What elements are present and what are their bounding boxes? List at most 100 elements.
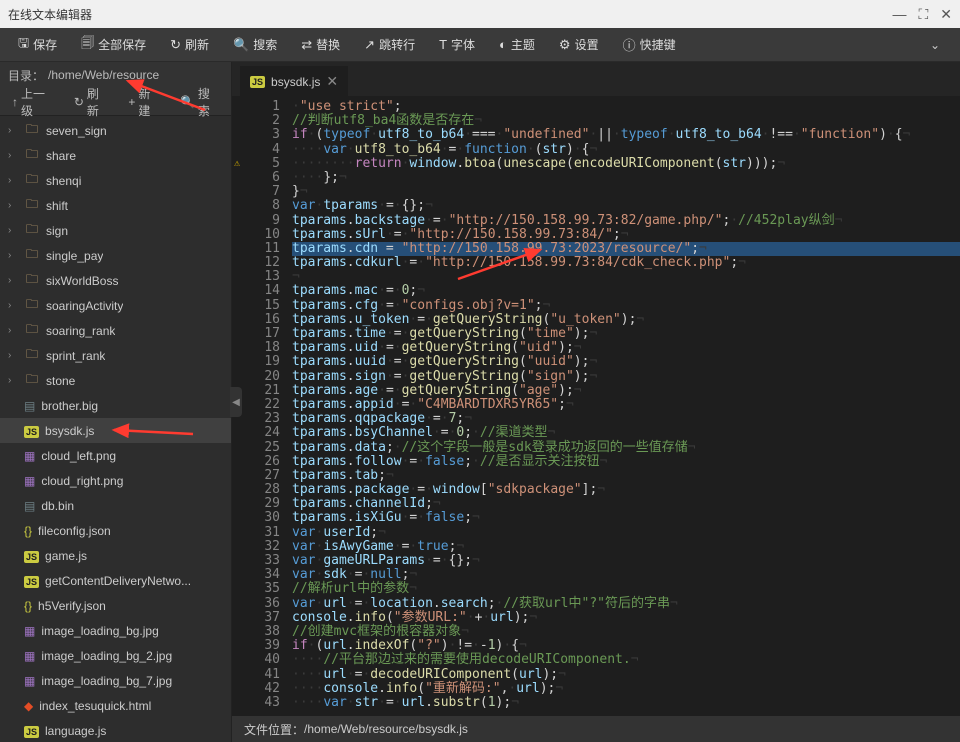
close-button[interactable]: ✕ <box>940 6 952 23</box>
folder-icon: 🗀 <box>24 195 40 216</box>
font-icon: T <box>439 37 447 52</box>
file-icon: ▦ <box>24 449 35 463</box>
item-label: soaring_rank <box>46 324 115 338</box>
editor-area: ◀ JS bsysdk.js ✕ ⚠ 123456789101112131415… <box>232 62 960 742</box>
file-icon: ▦ <box>24 474 35 488</box>
folder-icon: 🗀 <box>24 270 40 291</box>
item-label: cloud_left.png <box>41 449 116 463</box>
new-button[interactable]: +新建 <box>120 85 168 119</box>
file-item[interactable]: {} fileconfig.json <box>0 518 231 543</box>
js-icon: JS <box>250 76 265 88</box>
file-item[interactable]: ▤ db.bin <box>0 493 231 518</box>
folder-icon: 🗀 <box>24 170 40 191</box>
sidebar-fold-handle[interactable]: ◀ <box>230 387 242 417</box>
file-item[interactable]: JSgame.js <box>0 543 231 568</box>
refresh-button[interactable]: ↻刷新 <box>158 28 221 61</box>
item-label: seven_sign <box>46 124 107 138</box>
folder-item[interactable]: ›🗀share <box>0 143 231 168</box>
chevron-right-icon: › <box>8 350 18 361</box>
folder-item[interactable]: ›🗀soaring_rank <box>0 318 231 343</box>
item-label: image_loading_bg_2.jpg <box>41 649 172 663</box>
folder-item[interactable]: ›🗀stone <box>0 368 231 393</box>
folder-item[interactable]: ›🗀soaringActivity <box>0 293 231 318</box>
file-item[interactable]: JSlanguage.js <box>0 718 231 742</box>
tab-bsysdk[interactable]: JS bsysdk.js ✕ <box>240 66 348 96</box>
search-button[interactable]: 🔍搜索 <box>221 28 289 61</box>
folder-item[interactable]: ›🗀sprint_rank <box>0 343 231 368</box>
file-icon: JS <box>24 574 39 588</box>
file-item[interactable]: {}h5Verify.json <box>0 593 231 618</box>
theme-icon: ◐ <box>499 37 507 52</box>
file-item[interactable]: ▦ cloud_left.png <box>0 443 231 468</box>
goto-line-button[interactable]: ↗跳转行 <box>352 28 427 61</box>
folder-item[interactable]: ›🗀sign <box>0 218 231 243</box>
chevron-right-icon: › <box>8 200 18 211</box>
folder-item[interactable]: ›🗀seven_sign <box>0 118 231 143</box>
file-icon: {} <box>24 524 32 538</box>
save-icon: 🖫 <box>18 34 29 56</box>
tab-label: bsysdk.js <box>271 75 320 89</box>
file-item[interactable]: ▦image_loading_bg_7.jpg <box>0 668 231 693</box>
file-item[interactable]: ▤brother.big <box>0 393 231 418</box>
up-button[interactable]: ↑上一级 <box>4 85 62 119</box>
item-label: single_pay <box>46 249 103 263</box>
item-label: fileconfig.json <box>38 524 111 538</box>
file-icon: JS <box>24 424 39 438</box>
theme-button[interactable]: ◐主题 <box>487 28 547 61</box>
folder-icon: 🗀 <box>24 320 40 341</box>
save-button[interactable]: 🖫保存 <box>6 28 69 61</box>
item-label: db.bin <box>41 499 74 513</box>
item-label: sixWorldBoss <box>46 274 118 288</box>
dir-label: 目录： <box>8 67 44 84</box>
main-area: 目录： /home/Web/resource ↑上一级 ↻刷新 +新建 🔍搜索 … <box>0 62 960 742</box>
file-item[interactable]: ▦ image_loading_bg_2.jpg <box>0 643 231 668</box>
folder-icon: 🗀 <box>24 145 40 166</box>
folder-icon: 🗀 <box>24 245 40 266</box>
file-icon: JS <box>24 549 39 563</box>
file-icon: ▦ <box>24 674 35 688</box>
close-tab-icon[interactable]: ✕ <box>326 73 338 90</box>
file-icon: ◆ <box>24 699 33 713</box>
plus-icon: + <box>128 95 135 109</box>
folder-item[interactable]: › 🗀 sixWorldBoss <box>0 268 231 293</box>
minimize-button[interactable]: — <box>892 6 906 23</box>
collapse-toolbar-button[interactable]: ⌄ <box>916 38 954 52</box>
chevron-down-icon: ⌄ <box>930 38 940 52</box>
chevron-right-icon: › <box>8 250 18 261</box>
folder-item[interactable]: ›🗀shenqi <box>0 168 231 193</box>
file-item[interactable]: JSgetContentDeliveryNetwo... <box>0 568 231 593</box>
file-item[interactable]: ▦image_loading_bg.jpg <box>0 618 231 643</box>
shortcut-button[interactable]: ⓘ快捷键 <box>611 28 688 61</box>
line-numbers: 1234567891011121314151617181920212223242… <box>248 96 288 716</box>
font-button[interactable]: T字体 <box>427 28 487 61</box>
file-icon: ▦ <box>24 649 35 663</box>
replace-button[interactable]: ⇄替换 <box>289 28 352 61</box>
search-icon: 🔍 <box>233 37 249 53</box>
file-icon: ▤ <box>24 399 35 413</box>
goto-icon: ↗ <box>364 37 375 53</box>
file-tree[interactable]: ›🗀seven_sign›🗀share›🗀shenqi›🗀shift›🗀sign… <box>0 116 231 742</box>
file-icon: ▤ <box>24 499 35 513</box>
save-all-button[interactable]: 🗐全部保存 <box>69 28 158 61</box>
info-icon: ⓘ <box>623 35 636 54</box>
folder-item[interactable]: › 🗀 single_pay <box>0 243 231 268</box>
status-path: /home/Web/resource/bsysdk.js <box>304 722 468 736</box>
side-refresh-button[interactable]: ↻刷新 <box>66 85 116 119</box>
code-content[interactable]: ·"use strict";//判断utf8_ba4函数是否存在¬if·(typ… <box>288 96 960 716</box>
folder-icon: 🗀 <box>24 295 40 316</box>
file-item[interactable]: ▦ cloud_right.png <box>0 468 231 493</box>
chevron-right-icon: › <box>8 150 18 161</box>
side-search-button[interactable]: 🔍搜索 <box>172 85 227 119</box>
chevron-right-icon: › <box>8 275 18 286</box>
file-item[interactable]: ◆index_tesuquick.html <box>0 693 231 718</box>
folder-item[interactable]: ›🗀shift <box>0 193 231 218</box>
item-label: sprint_rank <box>46 349 105 363</box>
item-label: image_loading_bg.jpg <box>41 624 158 638</box>
titlebar: 在线文本编辑器 — ⛶ ✕ <box>0 0 960 28</box>
chevron-right-icon: › <box>8 225 18 236</box>
item-label: cloud_right.png <box>41 474 123 488</box>
file-item[interactable]: JSbsysdk.js <box>0 418 231 443</box>
settings-button[interactable]: ⚙设置 <box>547 28 611 61</box>
maximize-button[interactable]: ⛶ <box>918 6 928 23</box>
code-area[interactable]: ⚠ 12345678910111213141516171819202122232… <box>232 96 960 716</box>
